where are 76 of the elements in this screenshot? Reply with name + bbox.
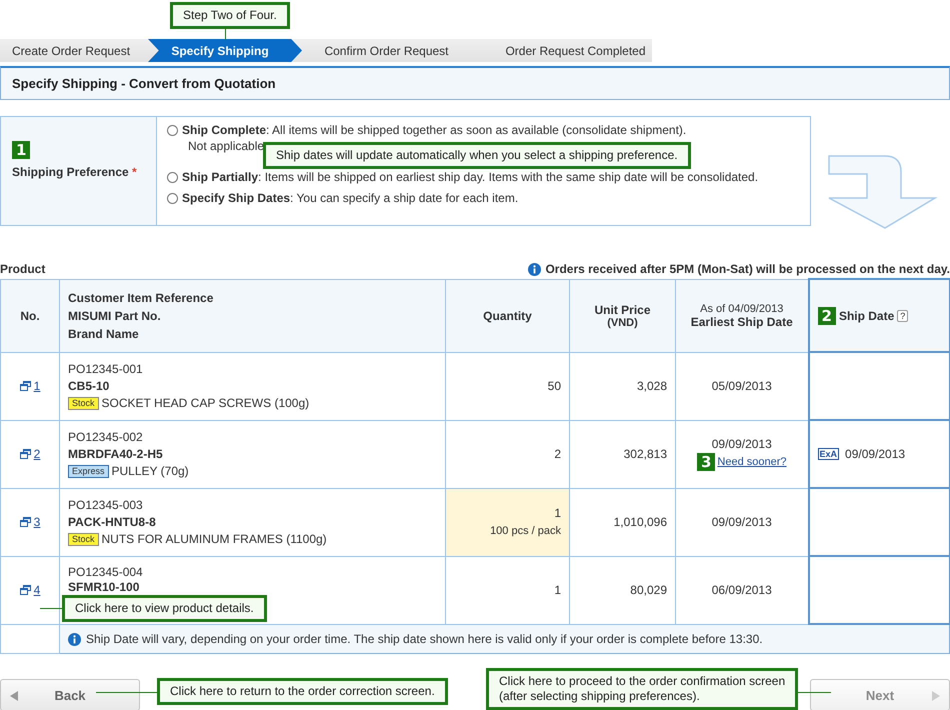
option-label: Ship Partially: Items will be shipped on earliest ship day. Items with the same ship date will be consolidated. [182, 170, 758, 184]
radio-button[interactable] [167, 192, 178, 204]
column-header: Ship Date [838, 308, 894, 322]
step-marker: 3 [696, 453, 716, 471]
leader-line [40, 608, 62, 609]
table-cell: 1 [446, 556, 570, 624]
option-note: Not applicable [187, 139, 266, 153]
earliest-date: 06/09/2013 [710, 583, 773, 597]
help-button[interactable]: ? [897, 310, 908, 322]
item-link[interactable]: 3 [34, 514, 40, 528]
part-number: SFMR10-100 [68, 580, 140, 594]
progress-step: Specify Shipping [148, 39, 302, 62]
leader-line [96, 692, 157, 693]
info-icon [68, 632, 81, 646]
stock-tag: Stock [68, 396, 99, 410]
step-marker: 2 [818, 306, 836, 324]
table-cell: 3,028 [570, 352, 676, 420]
caret-right-icon [932, 691, 940, 701]
item-link[interactable]: 4 [34, 582, 40, 596]
need-sooner-link[interactable]: Need sooner? [717, 456, 787, 468]
back-button[interactable]: Back [0, 679, 140, 710]
progress-step: Order Request Completed [481, 39, 680, 62]
callout: Click here to return to the order correction screen. [157, 678, 448, 705]
item-link[interactable]: 1 [34, 378, 40, 392]
item-reference: PO12345-001 [68, 360, 144, 378]
page-title: Specify Shipping - Convert from Quotation [12, 76, 276, 91]
item-reference: PO12345-003 [68, 496, 144, 514]
part-number: MBRDFA40-2-H5 [68, 446, 164, 462]
earliest-date: 09/09/2013 [710, 515, 773, 529]
part-number: PACK-HNTU8-8 [68, 514, 157, 530]
stock-tag: Express [68, 464, 109, 478]
down-arrow-icon [827, 154, 939, 230]
leader-line [225, 28, 226, 40]
earliest-date: 09/09/2013 [710, 437, 773, 451]
table-cell: 50 [446, 352, 570, 420]
brand-name: PULLEY (70g) [112, 462, 189, 480]
brand-name: NUTS FOR ALUMINUM FRAMES (1100g) [102, 530, 327, 548]
option-label: Ship Complete: All items will be shipped together as soon as available (consolidate shipment). [182, 123, 686, 137]
callout: Click here to proceed to the order confirmation screen (after selecting shipping preferences). [486, 668, 798, 710]
callout: Step Two of Four. [170, 2, 290, 29]
radio-button[interactable] [167, 172, 178, 182]
column-header: Quantity [446, 279, 570, 352]
table-cell: 1 100 pcs / pack [446, 488, 570, 556]
callout: Click here to view product details. [62, 595, 267, 622]
brand-name: SOCKET HEAD CAP SCREWS (100g) [102, 394, 310, 412]
earliest-date: 05/09/2013 [710, 379, 773, 393]
windows-icon [20, 584, 31, 594]
item-reference: PO12345-004 [68, 564, 144, 580]
footnote-text: Ship Date will vary, depending on your order time. The ship date shown here is valid only if your order is complete before 13:30. [86, 632, 763, 646]
column-header: No. [0, 279, 60, 352]
info-icon [528, 262, 542, 276]
radio-button[interactable] [167, 124, 178, 136]
item-reference: PO12345-002 [68, 428, 144, 446]
table-cell: 2 [446, 420, 570, 488]
callout: Ship dates will update automatically when you select a shipping preference. [263, 142, 691, 169]
table-cell: 1,010,096 [570, 488, 676, 556]
option-label: Specify Ship Dates: You can specify a ship date for each item. [182, 191, 518, 205]
part-number: CB5-10 [68, 378, 110, 394]
caret-left-icon [10, 691, 18, 701]
windows-icon [20, 448, 31, 458]
step-marker: 1 [12, 141, 30, 159]
field-label: Shipping Preference * [12, 165, 138, 179]
section-title: Product [0, 262, 46, 276]
express-badge: ExA [818, 448, 840, 460]
stock-tag: Stock [68, 532, 99, 546]
item-link[interactable]: 2 [34, 446, 40, 460]
windows-icon [20, 380, 31, 390]
column-header: Unit Price (VND) [570, 279, 676, 352]
column-header: Customer Item Reference MISUMI Part No. Brand Name [60, 279, 446, 352]
table-cell: 302,813 [570, 420, 676, 488]
notice-text: Orders received after 5PM (Mon-Sat) will be processed on the next day. [545, 262, 950, 276]
windows-icon [20, 516, 31, 526]
progress-step: Confirm Order Request [302, 39, 481, 62]
column-header: As of 04/09/2013 Earliest Ship Date [676, 279, 808, 352]
table-cell: 80,029 [570, 556, 676, 624]
ship-date: 09/09/2013 [845, 447, 906, 461]
